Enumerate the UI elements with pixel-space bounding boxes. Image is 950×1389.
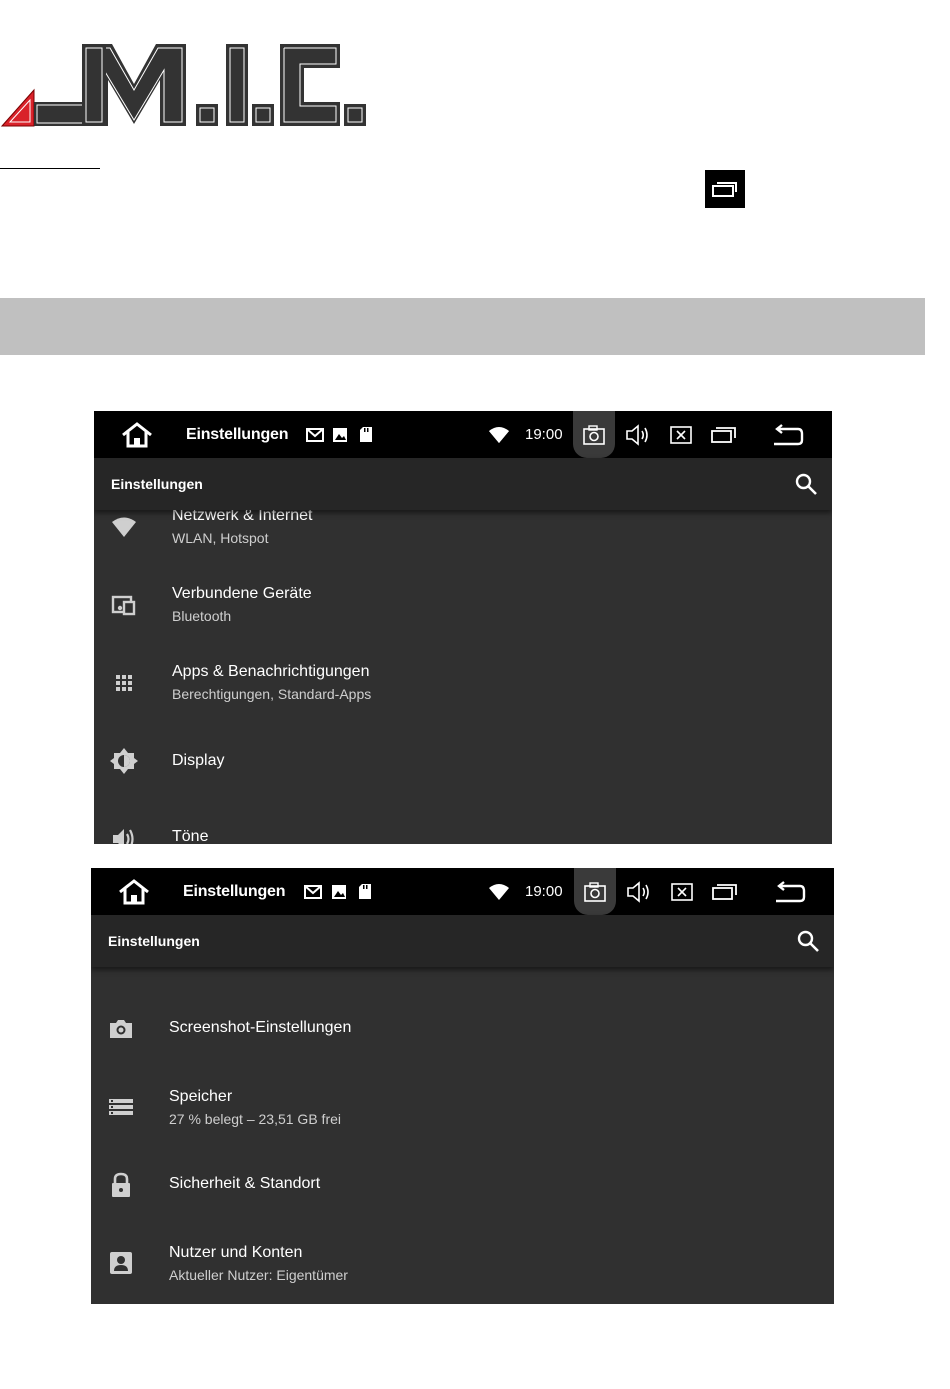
volume-icon: [110, 825, 138, 844]
item-title: Töne: [172, 828, 209, 844]
brightness-icon: [110, 747, 138, 775]
screenshot-button-icon[interactable]: [584, 868, 606, 915]
page-title: Einstellungen: [111, 476, 203, 492]
status-bar: Einstellungen 19:00: [91, 868, 834, 915]
item-subtitle: 27 % belegt – 23,51 GB frei: [169, 1111, 341, 1127]
wifi-status-icon: [488, 411, 510, 458]
search-icon[interactable]: [796, 929, 820, 953]
clock: 19:00: [525, 883, 563, 900]
back-button-icon[interactable]: [772, 411, 804, 458]
home-icon[interactable]: [120, 411, 154, 458]
image-icon: [331, 868, 347, 915]
item-title: Apps & Benachrichtigungen: [172, 663, 370, 680]
recent-apps-button-icon[interactable]: [712, 868, 738, 915]
list-item-nutzer[interactable]: Nutzer und Konten Aktueller Nutzer: Eige…: [91, 1224, 834, 1302]
search-icon[interactable]: [794, 472, 818, 496]
account-icon: [107, 1249, 135, 1277]
item-title: Verbundene Geräte: [172, 585, 312, 602]
home-icon[interactable]: [117, 868, 151, 915]
section-band: [0, 298, 925, 355]
lock-icon: [107, 1171, 135, 1199]
devices-icon: [110, 591, 138, 619]
wifi-icon: [110, 513, 138, 541]
mic-logo: [0, 40, 370, 130]
gmail-icon: [306, 411, 324, 458]
app-bar: Einstellungen: [91, 915, 834, 967]
item-title: Nutzer und Konten: [169, 1244, 303, 1261]
back-button-icon[interactable]: [774, 868, 806, 915]
list-item-sicherheit[interactable]: Sicherheit & Standort: [91, 1146, 834, 1224]
app-bar: Einstellungen: [94, 458, 832, 510]
sdcard-icon: [358, 868, 372, 915]
statusbar-title: Einstellungen: [186, 425, 289, 443]
wifi-status-icon: [488, 868, 510, 915]
apps-grid-icon: [110, 669, 138, 697]
screenshot-button-icon[interactable]: [583, 411, 605, 458]
item-subtitle: Aktueller Nutzer: Eigentümer: [169, 1267, 348, 1283]
item-subtitle: Berechtigungen, Standard-Apps: [172, 686, 372, 702]
clock: 19:00: [525, 426, 563, 443]
header-underline: [0, 168, 100, 169]
recent-apps-icon: [705, 170, 745, 208]
volume-button-icon[interactable]: [626, 868, 652, 915]
volume-button-icon[interactable]: [625, 411, 651, 458]
list-item-screenshot[interactable]: Screenshot-Einstellungen: [91, 990, 834, 1068]
gmail-icon: [304, 868, 322, 915]
item-subtitle: Bluetooth: [172, 608, 232, 624]
list-item-apps[interactable]: Apps & Benachrichtigungen Berechtigungen…: [94, 656, 832, 734]
item-title: Speicher: [169, 1088, 233, 1105]
item-title: Screenshot-Einstellungen: [169, 1019, 352, 1036]
recent-apps-button-icon[interactable]: [711, 411, 737, 458]
list-item-geraete[interactable]: Verbundene Geräte Bluetooth: [94, 578, 832, 656]
camera-icon: [107, 1015, 135, 1043]
status-bar: Einstellungen 19:00: [94, 411, 832, 458]
list-item-speicher[interactable]: Speicher 27 % belegt – 23,51 GB frei: [91, 1068, 834, 1146]
page-title: Einstellungen: [108, 933, 200, 949]
close-app-icon[interactable]: [671, 868, 693, 915]
item-title: Sicherheit & Standort: [169, 1175, 321, 1192]
list-item-display[interactable]: Display: [94, 734, 832, 812]
storage-icon: [107, 1093, 135, 1121]
image-icon: [332, 411, 348, 458]
item-title: Display: [172, 752, 225, 769]
settings-screen-2: Einstellungen 19:00 Einstellungen Screen…: [91, 868, 834, 1304]
list-item-toene[interactable]: Töne: [94, 812, 832, 844]
item-subtitle: WLAN, Hotspot: [172, 530, 269, 546]
statusbar-title: Einstellungen: [183, 882, 286, 900]
sdcard-icon: [359, 411, 373, 458]
list-item-netzwerk[interactable]: Netzwerk & Internet WLAN, Hotspot: [94, 500, 832, 578]
close-app-icon[interactable]: [670, 411, 692, 458]
settings-screen-1: Einstellungen 19:00 Einstellungen Netzwe…: [94, 411, 832, 844]
